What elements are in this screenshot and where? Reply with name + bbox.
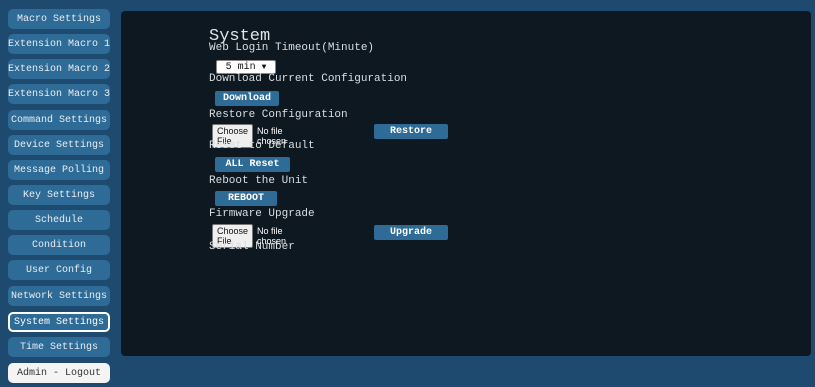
restore-config-label: Restore Configuration [209,109,348,121]
sidebar-item-key-settings[interactable]: Key Settings [8,185,110,205]
login-timeout-value: 5 min [225,61,256,73]
sidebar-item-time-settings[interactable]: Time Settings [8,337,110,357]
sidebar-item-message-polling[interactable]: Message Polling [8,160,110,180]
restore-button[interactable]: Restore [374,124,448,139]
upgrade-button[interactable]: Upgrade [374,225,448,240]
reboot-label: Reboot the Unit [209,175,309,187]
chevron-down-icon: ▼ [261,62,267,72]
download-config-label: Download Current Configuration [209,73,408,85]
sidebar-item-system-settings[interactable]: System Settings [8,312,110,332]
reboot-button[interactable]: REBOOT [215,191,277,206]
sidebar-item-network-settings[interactable]: Network Settings [8,286,110,306]
firmware-upgrade-label: Firmware Upgrade [209,208,315,220]
reset-default-label: Reset to Default [209,140,315,152]
sidebar-item-macro-settings[interactable]: Macro Settings [8,9,110,29]
sidebar-item-schedule[interactable]: Schedule [8,210,110,230]
sidebar-item-device-settings[interactable]: Device Settings [8,135,110,155]
login-timeout-select[interactable]: 5 min ▼ [216,60,276,74]
sidebar-item-condition[interactable]: Condition [8,235,110,255]
all-reset-button[interactable]: ALL Reset [215,157,290,172]
sidebar-item-extension-macro-2[interactable]: Extension Macro 2 [8,59,110,79]
sidebar-item-extension-macro-3[interactable]: Extension Macro 3 [8,84,110,104]
download-button[interactable]: Download [215,91,279,106]
sidebar-item-extension-macro-1[interactable]: Extension Macro 1 [8,34,110,54]
login-timeout-label: Web Login Timeout(Minute) [209,42,375,54]
logout-button[interactable]: Admin - Logout [8,363,110,383]
sidebar-item-user-config[interactable]: User Config [8,260,110,280]
serial-number-label: Serial Number [209,241,295,253]
sidebar-item-command-settings[interactable]: Command Settings [8,110,110,130]
